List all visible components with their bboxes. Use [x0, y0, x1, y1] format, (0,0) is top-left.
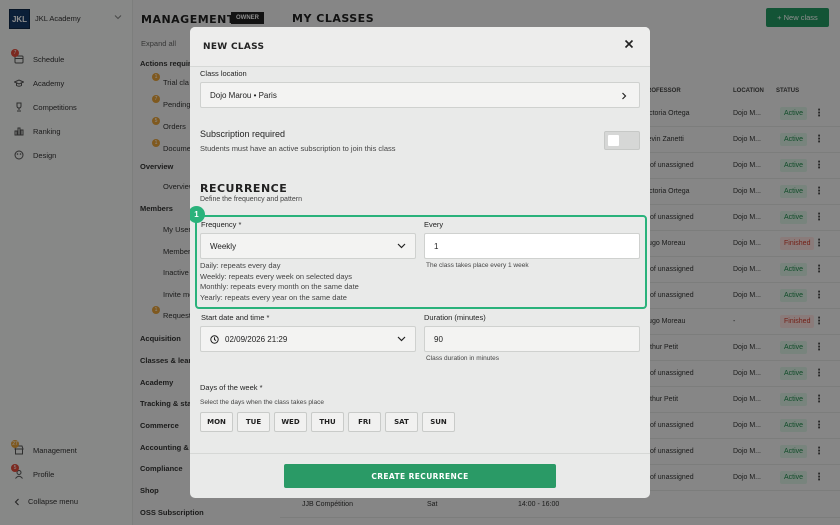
- day-button-tue[interactable]: TUE: [237, 412, 270, 432]
- location-label: Class location: [200, 69, 247, 78]
- recurrence-subtitle: Define the frequency and pattern: [200, 196, 302, 203]
- chevron-down-icon: [397, 243, 406, 249]
- days-label: Days of the week *: [200, 383, 263, 392]
- frequency-select[interactable]: Weekly: [200, 233, 416, 259]
- subscription-hint: Students must have an active subscriptio…: [200, 144, 396, 153]
- location-select[interactable]: Dojo Marou • Paris: [200, 82, 640, 108]
- days-hint: Select the days when the class takes pla…: [200, 399, 324, 406]
- every-value: 1: [434, 241, 439, 251]
- start-value: 02/09/2026 21:29: [225, 334, 288, 344]
- close-icon[interactable]: [624, 39, 634, 49]
- help-line: Weekly: repeats every week on selected d…: [200, 271, 353, 281]
- duration-value: 90: [434, 334, 443, 344]
- chevron-down-icon: [397, 336, 406, 342]
- clock-icon: [210, 334, 219, 344]
- day-button-thu[interactable]: THU: [311, 412, 344, 432]
- location-value: Dojo Marou • Paris: [210, 90, 277, 100]
- help-line: Daily: repeats every day: [200, 261, 281, 270]
- day-button-sat[interactable]: SAT: [385, 412, 418, 432]
- duration-label: Duration (minutes): [424, 313, 486, 322]
- day-button-sun[interactable]: SUN: [422, 412, 455, 432]
- frequency-help: Daily: repeats every day Weekly: repeats…: [200, 261, 359, 303]
- duration-input[interactable]: 90: [424, 326, 640, 352]
- modal-footer-divider: [190, 453, 650, 454]
- start-datetime-picker[interactable]: 02/09/2026 21:29: [200, 326, 416, 352]
- modal-title: NEW CLASS: [203, 42, 265, 52]
- toggle-knob: [608, 135, 619, 146]
- modal-header: NEW CLASS: [190, 27, 650, 67]
- start-label: Start date and time *: [201, 313, 270, 322]
- every-input[interactable]: 1: [424, 233, 640, 259]
- help-line: Yearly: repeats every year on the same d…: [200, 292, 347, 302]
- new-class-modal: NEW CLASS Class location Dojo Marou • Pa…: [190, 27, 650, 498]
- recurrence-title: RECURRENCE: [200, 182, 288, 195]
- day-button-fri[interactable]: FRI: [348, 412, 381, 432]
- subscription-label: Subscription required: [200, 129, 286, 139]
- day-button-wed[interactable]: WED: [274, 412, 307, 432]
- chevron-right-icon: [621, 92, 627, 100]
- help-line: Monthly: repeats every month on the same…: [200, 282, 359, 291]
- frequency-value: Weekly: [210, 241, 237, 251]
- subscription-toggle[interactable]: [604, 131, 640, 150]
- create-recurrence-button[interactable]: CREATE RECURRENCE: [284, 464, 556, 488]
- every-hint: The class takes place every 1 week: [426, 262, 529, 269]
- duration-hint: Class duration in minutes: [426, 355, 499, 362]
- day-button-mon[interactable]: MON: [200, 412, 233, 432]
- frequency-label: Frequency *: [201, 220, 242, 229]
- every-label: Every: [424, 220, 444, 229]
